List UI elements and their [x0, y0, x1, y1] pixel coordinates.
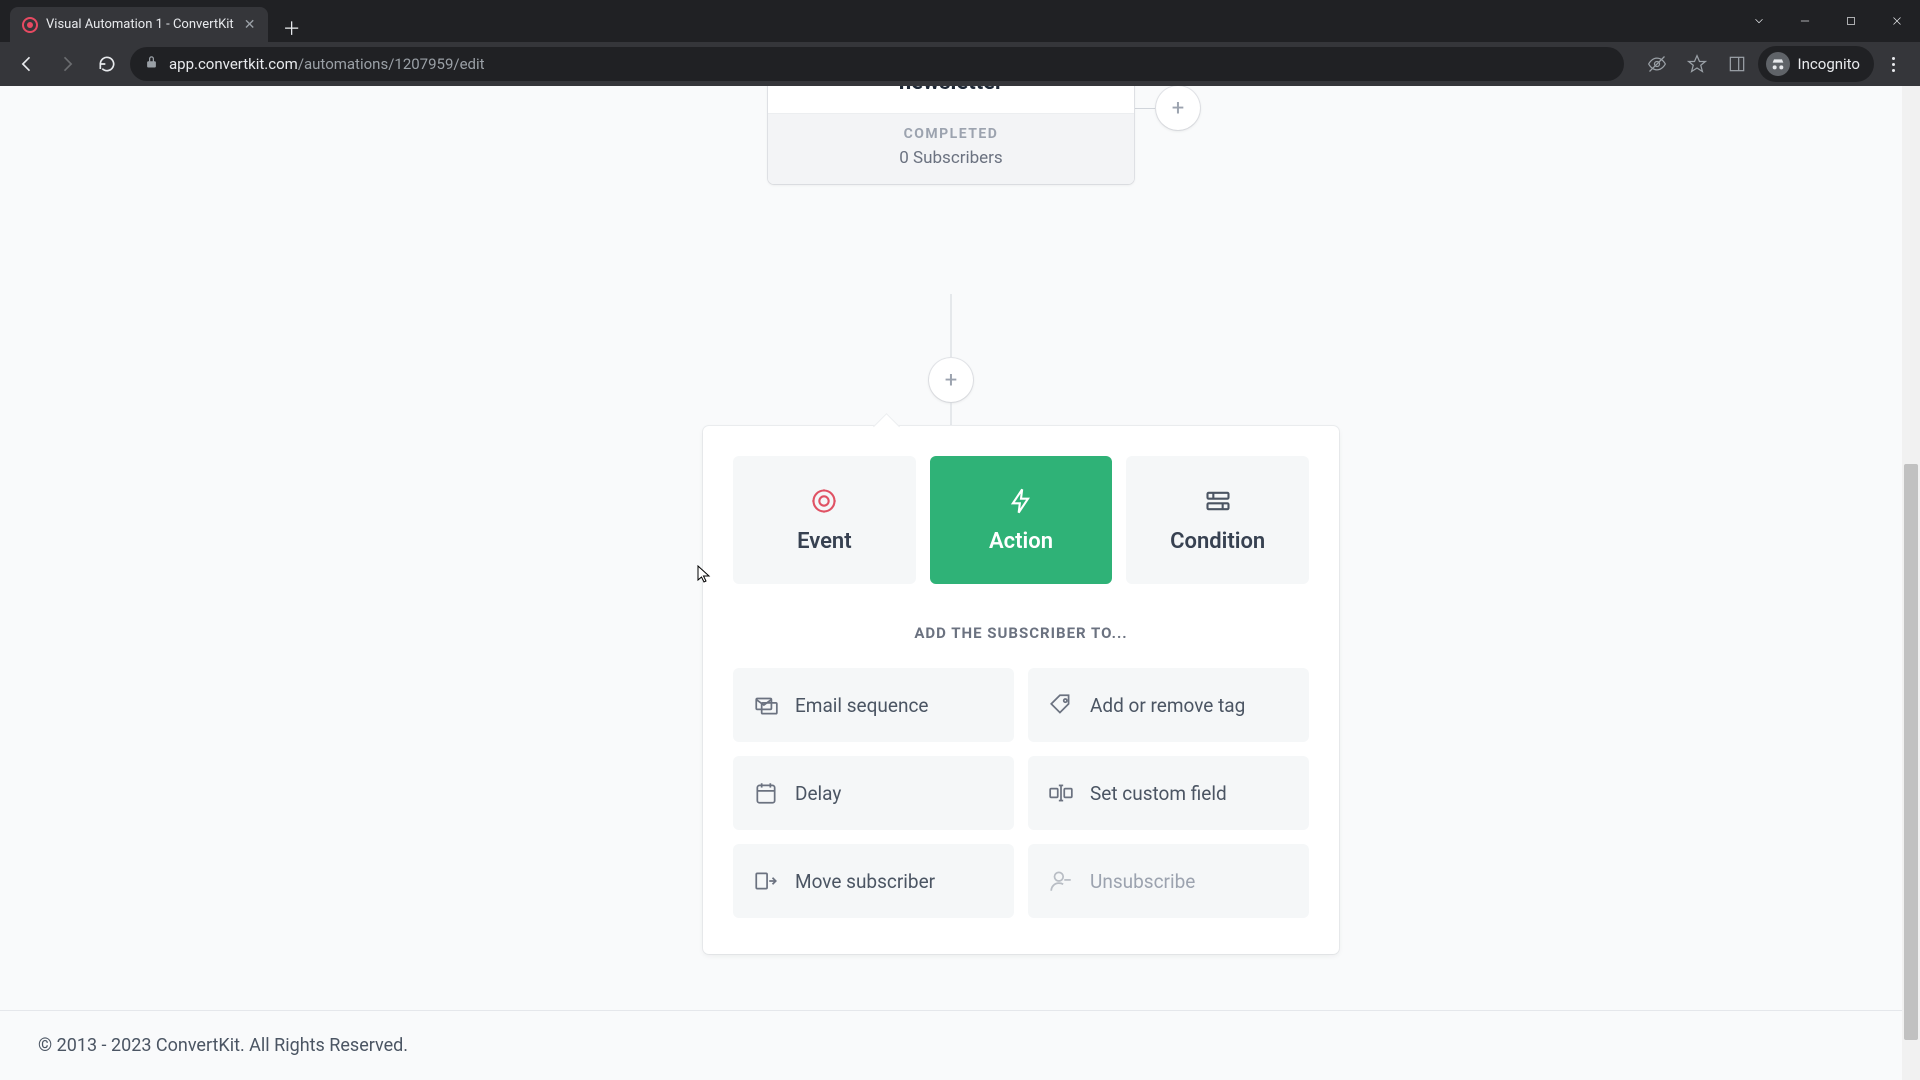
option-label: Add or remove tag	[1090, 694, 1245, 717]
option-move-subscriber[interactable]: Move subscriber	[733, 844, 1014, 918]
add-step-button[interactable]: +	[929, 358, 973, 402]
step-type-label: Event	[797, 529, 852, 554]
tab-title: Visual Automation 1 - ConvertKit	[46, 17, 234, 32]
option-label: Unsubscribe	[1090, 870, 1195, 893]
browser-tab[interactable]: Visual Automation 1 - ConvertKit ✕	[10, 7, 268, 42]
option-add-remove-tag[interactable]: Add or remove tag	[1028, 668, 1309, 742]
favicon-icon	[22, 17, 38, 33]
incognito-icon	[1766, 52, 1790, 76]
footer-text: © 2013 - 2023 ConvertKit. All Rights Res…	[38, 1035, 408, 1056]
automation-canvas[interactable]: + newsletter COMPLETED 0 Subscribers + E…	[0, 86, 1902, 1080]
address-bar[interactable]: app.convertkit.com/automations/1207959/e…	[130, 47, 1624, 81]
tab-strip: Visual Automation 1 - ConvertKit ✕ ＋	[0, 0, 306, 42]
step-type-action[interactable]: Action	[930, 456, 1113, 584]
panel-icon[interactable]	[1718, 45, 1756, 83]
node-footer: COMPLETED 0 Subscribers	[768, 113, 1134, 184]
eye-off-icon[interactable]	[1638, 45, 1676, 83]
step-type-event[interactable]: Event	[733, 456, 916, 584]
lock-icon	[144, 55, 159, 74]
node-subscriber-count: 0 Subscribers	[778, 148, 1124, 168]
option-email-sequence[interactable]: Email sequence	[733, 668, 1014, 742]
automation-node[interactable]: newsletter COMPLETED 0 Subscribers	[768, 86, 1134, 184]
add-branch-button[interactable]: +	[1156, 86, 1200, 130]
new-tab-button[interactable]: ＋	[278, 14, 306, 42]
scrollbar[interactable]	[1902, 86, 1920, 1080]
forward-button[interactable]	[50, 47, 84, 81]
titlebar: Visual Automation 1 - ConvertKit ✕ ＋	[0, 0, 1920, 42]
reload-button[interactable]	[90, 47, 124, 81]
step-type-label: Action	[989, 529, 1053, 554]
option-delay[interactable]: Delay	[733, 756, 1014, 830]
menu-icon[interactable]	[1876, 47, 1910, 81]
option-label: Delay	[795, 782, 841, 805]
step-type-row: Event Action Condition	[733, 456, 1309, 584]
minimize-icon[interactable]	[1782, 0, 1828, 42]
option-label: Set custom field	[1090, 782, 1227, 805]
step-type-label: Condition	[1170, 529, 1265, 554]
picker-heading: ADD THE SUBSCRIBER TO...	[733, 624, 1309, 642]
browser-window: Visual Automation 1 - ConvertKit ✕ ＋	[0, 0, 1920, 1080]
step-type-condition[interactable]: Condition	[1126, 456, 1309, 584]
action-options-grid: Email sequence Add or remove tag Delay S…	[733, 668, 1309, 918]
option-label: Email sequence	[795, 694, 929, 717]
scrollbar-thumb[interactable]	[1904, 464, 1918, 1041]
connector-line	[951, 294, 952, 358]
page-footer: © 2013 - 2023 ConvertKit. All Rights Res…	[0, 1010, 1902, 1080]
close-tab-icon[interactable]: ✕	[242, 17, 258, 33]
star-icon[interactable]	[1678, 45, 1716, 83]
option-unsubscribe[interactable]: Unsubscribe	[1028, 844, 1309, 918]
option-label: Move subscriber	[795, 870, 935, 893]
close-window-icon[interactable]	[1874, 0, 1920, 42]
window-controls	[1736, 0, 1920, 42]
node-status: COMPLETED	[778, 126, 1124, 142]
option-set-custom-field[interactable]: Set custom field	[1028, 756, 1309, 830]
url-text: app.convertkit.com/automations/1207959/e…	[169, 55, 485, 73]
node-title: newsletter	[768, 86, 1134, 113]
tab-search-icon[interactable]	[1736, 0, 1782, 42]
browser-toolbar: app.convertkit.com/automations/1207959/e…	[0, 42, 1920, 86]
incognito-label: Incognito	[1798, 55, 1860, 73]
back-button[interactable]	[10, 47, 44, 81]
connector-line	[1134, 108, 1156, 109]
maximize-icon[interactable]	[1828, 0, 1874, 42]
page-viewport: + newsletter COMPLETED 0 Subscribers + E…	[0, 86, 1920, 1080]
toolbar-right: Incognito	[1638, 45, 1910, 83]
step-picker-panel: Event Action Condition ADD THE SUBSCRIBE…	[703, 426, 1339, 954]
incognito-chip[interactable]: Incognito	[1758, 46, 1874, 82]
